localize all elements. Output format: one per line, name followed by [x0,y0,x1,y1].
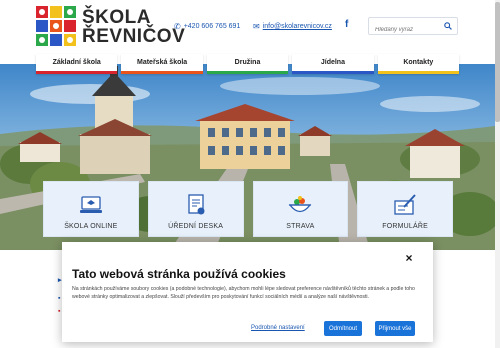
nav-item-zakladni-skola[interactable]: Základní škola [36,54,118,74]
nav-item-druzina[interactable]: Družina [206,54,289,74]
nav-item-kontakty[interactable]: Kontakty [377,54,460,74]
card-label: ÚŘEDNÍ DESKA [168,223,224,230]
phone-link[interactable]: ✆ +420 606 765 691 [174,22,240,31]
quick-links: ŠKOLA ONLINE ÚŘEDNÍ DESKA STRAVA FORMULÁ… [43,181,453,237]
card-label: ŠKOLA ONLINE [64,223,118,230]
logo-line-2: ŘEVNIČOV [82,26,186,47]
search-button[interactable] [439,18,457,34]
card-skola-online[interactable]: ŠKOLA ONLINE [43,181,139,237]
content-marker-red: ▪ [58,308,61,315]
card-uredni-deska[interactable]: ÚŘEDNÍ DESKA [147,181,244,237]
accept-all-cookies-button[interactable]: Přijmout vše [375,321,415,336]
email-link[interactable]: ✉ info@skolarevnicov.cz [253,22,332,31]
phone-number: +420 606 765 691 [183,23,241,30]
nav-item-jidelna[interactable]: Jídelna [292,54,374,74]
site-header: ŠKOLA ŘEVNIČOV ✆ +420 606 765 691 ✉ info… [0,0,500,62]
school-logo-text[interactable]: ŠKOLA ŘEVNIČOV [82,8,185,46]
food-bowl-icon [289,196,312,213]
nav-item-materska-skola[interactable]: Mateřská škola [121,54,203,74]
card-label: STRAVA [286,223,315,230]
phone-icon: ✆ [174,22,181,31]
cookie-settings-link[interactable]: Podrobné nastavení [251,325,305,331]
facebook-icon[interactable]: f [345,19,348,30]
cookie-description: Na stránkách používáme soubory cookies (… [72,286,415,300]
laptop-icon [79,196,102,213]
page-scrollbar[interactable] [495,0,500,348]
cookie-title: Tato webová stránka používá cookies [72,267,286,281]
envelope-icon: ✉ [253,22,260,31]
card-formulare[interactable]: FORMULÁŘE [357,181,453,237]
logo-line-1: ŠKOLA [82,7,151,28]
cookie-consent-dialog: × Tato webová stránka používá cookies Na… [62,242,433,342]
school-logo-icon[interactable] [36,6,76,46]
close-icon[interactable]: × [402,251,416,265]
content-marker: ▪ [58,295,61,302]
search-icon [444,22,452,30]
main-navigation: Základní škola Mateřská škola Družina Jí… [36,54,460,74]
card-strava[interactable]: STRAVA [252,181,349,237]
document-stamp-icon [187,194,205,215]
email-address: info@skolarevnicov.cz [262,23,332,30]
search-input[interactable] [369,22,437,38]
form-pen-icon [394,194,416,215]
content-bullet: ▸ [58,277,62,284]
card-label: FORMULÁŘE [382,223,428,230]
scrollbar-thumb[interactable] [495,2,500,122]
search-box [368,17,458,38]
reject-cookies-button[interactable]: Odmítnout [324,321,362,336]
